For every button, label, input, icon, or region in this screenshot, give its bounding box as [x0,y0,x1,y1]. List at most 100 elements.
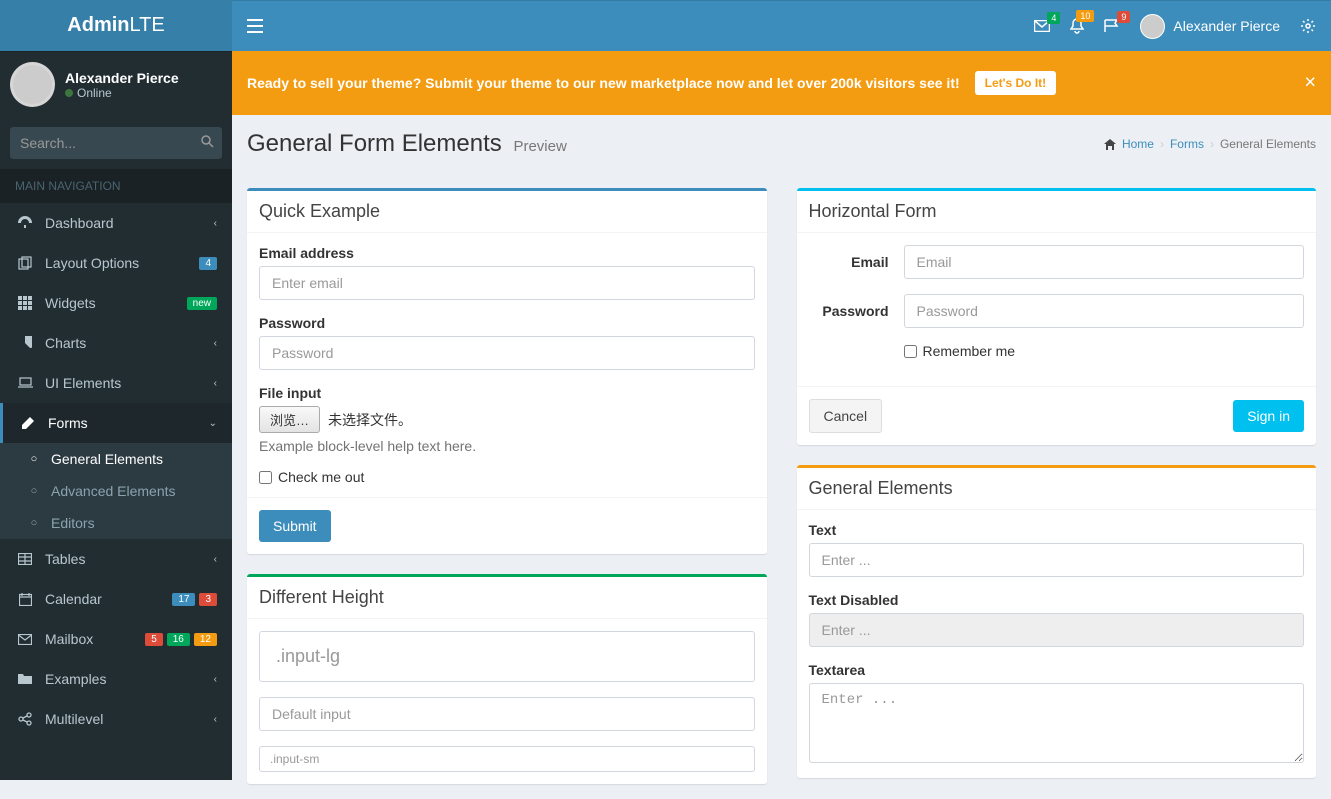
share-icon [15,712,35,726]
sidebar-item-ui[interactable]: UI Elements ‹ [0,363,232,403]
sidebar-item-examples[interactable]: Examples ‹ [0,659,232,699]
sidebar-item-layout[interactable]: Layout Options 4 [0,243,232,283]
folder-icon [15,673,35,685]
messages-menu[interactable]: 4 [1034,20,1050,32]
text-input[interactable] [809,543,1305,577]
signin-button[interactable]: Sign in [1233,400,1304,432]
circle-icon: ○ [25,485,43,497]
control-sidebar-toggle[interactable] [1300,18,1316,34]
sidebar-search [0,117,232,169]
search-icon [201,135,214,148]
alert-action-button[interactable]: Let's Do It! [975,71,1057,95]
home-icon [1104,139,1116,150]
circle-icon: ○ [25,453,43,465]
text-label: Text [809,522,1305,538]
input-lg[interactable] [259,631,755,682]
search-input[interactable] [10,127,222,159]
sidebar-item-calendar[interactable]: Calendar 17 3 [0,579,232,619]
text-disabled-label: Text Disabled [809,592,1305,608]
page-subtitle: Preview [513,138,566,155]
cancel-button[interactable]: Cancel [809,399,883,433]
different-height-box: Different Height [247,574,767,784]
sidebar-subitem-general[interactable]: ○ General Elements [0,443,232,475]
sidebar-item-tables[interactable]: Tables ‹ [0,539,232,579]
chevron-left-icon: ‹ [214,714,217,725]
chevron-left-icon: ‹ [214,338,217,349]
h-password-input[interactable] [904,294,1305,328]
page-title: General Form Elements Preview [247,130,567,158]
pie-chart-icon [15,336,35,350]
horizontal-form-box: Horizontal Form Email Password [797,188,1317,445]
files-icon [15,256,35,270]
laptop-icon [15,377,35,389]
sidebar-item-forms[interactable]: Forms ⌄ [0,403,232,443]
calendar-icon [15,593,35,606]
mailbox-badge-3: 12 [194,633,217,646]
sidebar-user-status[interactable]: Online [65,86,179,100]
marketplace-alert: Ready to sell your theme? Submit your th… [232,51,1331,115]
input-default[interactable] [259,697,755,731]
user-name-top: Alexander Pierce [1173,18,1280,34]
status-dot-icon [65,89,73,97]
search-button[interactable] [201,135,214,148]
remember-me-checkbox[interactable]: Remember me [904,343,1305,359]
tasks-badge: 9 [1117,11,1130,23]
tasks-menu[interactable]: 9 [1104,19,1120,33]
alert-text: Ready to sell your theme? Submit your th… [247,75,960,91]
textarea-label: Textarea [809,662,1305,678]
dashboard-icon [15,216,35,230]
avatar [10,62,55,107]
sidebar-toggle[interactable] [247,19,263,33]
box-title: Different Height [259,587,384,607]
alert-close-button[interactable]: × [1304,72,1316,95]
breadcrumb-forms[interactable]: Forms [1170,137,1204,151]
messages-badge: 4 [1047,12,1060,24]
box-title: Horizontal Form [809,201,937,221]
calendar-badge-2: 3 [199,593,217,606]
text-disabled-input [809,613,1305,647]
breadcrumb-current: General Elements [1220,137,1316,151]
sidebar-item-multilevel[interactable]: Multilevel ‹ [0,699,232,739]
notifications-menu[interactable]: 10 [1070,18,1084,34]
envelope-icon [15,634,35,645]
chevron-left-icon: ‹ [214,674,217,685]
input-sm[interactable] [259,746,755,772]
submit-button[interactable]: Submit [259,510,331,542]
chevron-down-icon: ⌄ [209,418,217,429]
email-label: Email address [259,245,755,261]
file-label: File input [259,385,755,401]
chevron-left-icon: ‹ [214,218,217,229]
user-panel: Alexander Pierce Online [0,52,232,117]
email-input[interactable] [259,266,755,300]
password-input[interactable] [259,336,755,370]
sidebar-item-widgets[interactable]: Widgets new [0,283,232,323]
hamburger-icon [247,19,263,33]
avatar [1140,14,1165,39]
sidebar-item-mailbox[interactable]: Mailbox 5 16 12 [0,619,232,659]
brand-logo[interactable]: AdminLTE [0,0,232,51]
th-icon [15,296,35,310]
box-title: General Elements [809,478,953,498]
breadcrumb-home[interactable]: Home [1122,137,1154,151]
file-status-text: 未选择文件。 [328,410,412,430]
notifications-badge: 10 [1076,10,1094,22]
general-elements-box: General Elements Text Text Disabled Text… [797,465,1317,778]
sidebar-subitem-editors[interactable]: ○ Editors [0,507,232,539]
h-email-label: Email [809,254,889,270]
file-browse-button[interactable]: 浏览… [259,406,320,433]
user-menu[interactable]: Alexander Pierce [1140,14,1280,39]
table-icon [15,553,35,565]
sidebar-subitem-advanced[interactable]: ○ Advanced Elements [0,475,232,507]
chevron-left-icon: ‹ [214,378,217,389]
circle-icon: ○ [25,517,43,529]
password-label: Password [259,315,755,331]
textarea-input[interactable] [809,683,1305,763]
file-help-text: Example block-level help text here. [259,438,755,454]
sidebar-item-dashboard[interactable]: Dashboard ‹ [0,203,232,243]
h-email-input[interactable] [904,245,1305,279]
sidebar-item-charts[interactable]: Charts ‹ [0,323,232,363]
chevron-left-icon: ‹ [214,554,217,565]
mailbox-badge-1: 5 [145,633,163,646]
checkbox-checkmeout[interactable]: Check me out [259,469,755,485]
main-sidebar: Alexander Pierce Online MAIN NAVIGATION … [0,51,232,780]
